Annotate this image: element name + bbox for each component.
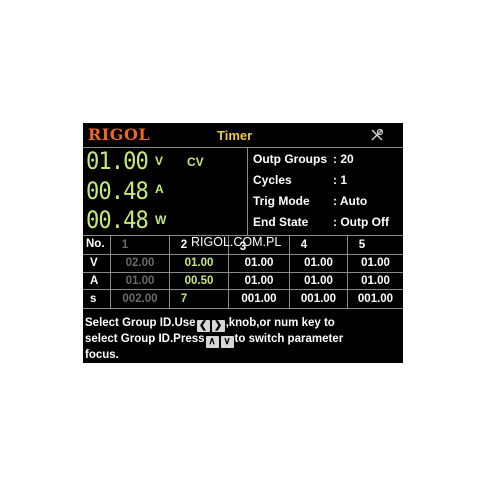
cycles-value: : 1 — [333, 173, 348, 187]
rigol-logo: RIGOL — [88, 125, 151, 144]
group-1-current[interactable]: 01.00 — [111, 275, 169, 287]
group-3-time[interactable]: 001.00 — [229, 293, 289, 305]
tool-crossed-icon — [371, 128, 384, 141]
chevron-down-icon: ∨ — [220, 336, 234, 348]
help-line1-start: Select Group ID.Use — [85, 317, 196, 329]
row-label-voltage: V — [90, 257, 98, 269]
help-text: Select Group ID.Use ❮ ❯ ,knob,or num key to… — [85, 316, 401, 362]
voltage-readout: 01.00 — [86, 147, 149, 175]
page-title: Timer — [217, 128, 253, 143]
readout-divider — [247, 147, 248, 235]
group-1-no[interactable]: 1 — [111, 239, 139, 251]
timer-screen: RIGOL Timer 01.00 V CV 00.48 A 00.48 W O… — [83, 123, 403, 363]
trig-mode-value: : Auto — [333, 194, 368, 208]
group-5-voltage[interactable]: 01.00 — [348, 257, 403, 269]
table-row-line — [83, 254, 403, 255]
help-line2-end: to switch parameter — [234, 333, 344, 345]
watermark-text: RIGOL.COM.PL — [191, 235, 282, 249]
power-unit: W — [155, 213, 167, 227]
group-4-voltage[interactable]: 01.00 — [290, 257, 347, 269]
help-line1-end: ,knob,or num key to — [225, 317, 335, 329]
table-row-line — [83, 272, 403, 273]
help-line2-start: select Group ID.Press — [85, 333, 205, 345]
group-4-current[interactable]: 01.00 — [290, 275, 347, 287]
chevron-up-icon: ∧ — [205, 336, 219, 348]
row-label-seconds: s — [90, 293, 97, 305]
chevron-left-icon: ❮ — [196, 320, 210, 332]
group-2-time[interactable]: 7 — [170, 293, 198, 305]
outp-groups-value: : 20 — [333, 152, 354, 166]
end-state-label: End State — [253, 215, 309, 229]
row-label-current: A — [90, 275, 99, 287]
group-2-voltage[interactable]: 01.00 — [170, 257, 228, 269]
group-4-time[interactable]: 001.00 — [290, 293, 347, 305]
table-row-line — [83, 289, 403, 290]
group-1-voltage[interactable]: 02.00 — [111, 257, 169, 269]
power-readout: 00.48 — [86, 206, 149, 234]
end-state-value: : Outp Off — [333, 215, 389, 229]
group-4-no[interactable]: 4 — [290, 239, 318, 251]
mode-indicator: CV — [187, 155, 204, 169]
group-3-voltage[interactable]: 01.00 — [229, 257, 289, 269]
group-2-current[interactable]: 00.50 — [170, 275, 228, 287]
voltage-unit: V — [155, 154, 164, 168]
help-line3: focus. — [85, 349, 119, 361]
group-3-current[interactable]: 01.00 — [229, 275, 289, 287]
group-5-no[interactable]: 5 — [348, 239, 376, 251]
table-header-no: No. — [86, 238, 105, 250]
group-1-time[interactable]: 002.00 — [111, 293, 169, 305]
trig-mode-label: Trig Mode — [253, 194, 310, 208]
cycles-label: Cycles — [253, 173, 292, 187]
group-5-current[interactable]: 01.00 — [348, 275, 403, 287]
group-5-time[interactable]: 001.00 — [348, 293, 403, 305]
current-readout: 00.48 — [86, 177, 149, 205]
outp-groups-label: Outp Groups — [253, 152, 327, 166]
chevron-right-icon: ❯ — [211, 320, 225, 332]
current-unit: A — [155, 182, 164, 196]
header-bar: RIGOL Timer — [83, 123, 403, 147]
table-row-line — [83, 308, 403, 309]
